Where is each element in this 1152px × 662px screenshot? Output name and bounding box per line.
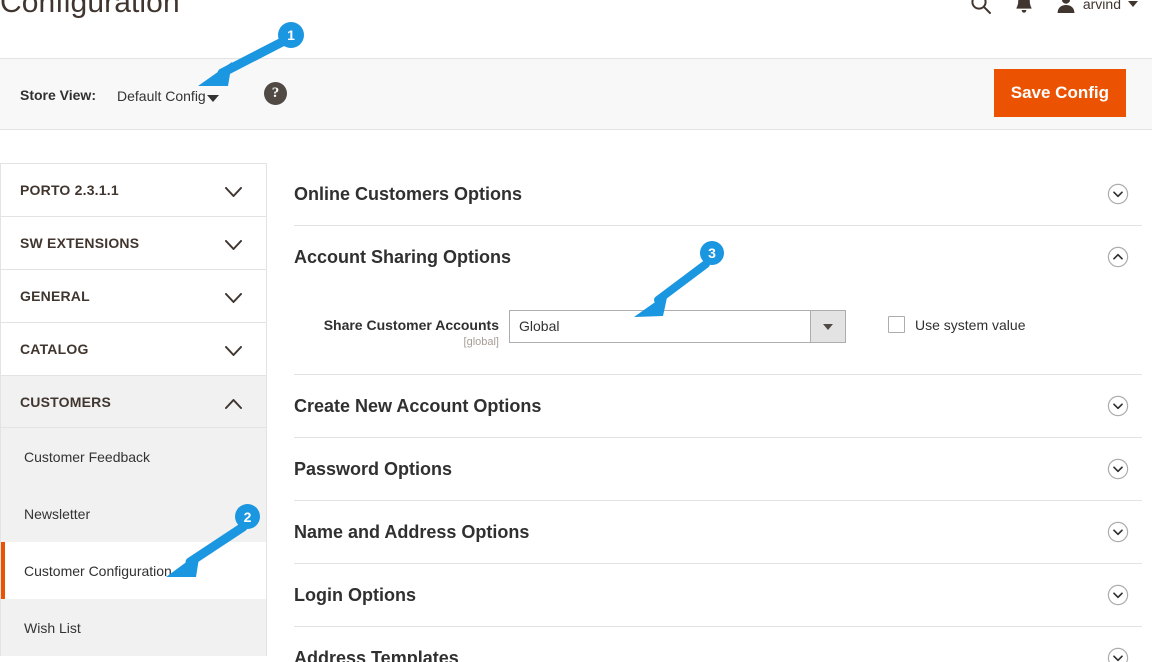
section-name-and-address-options: Name and Address Options <box>294 501 1142 564</box>
store-view-bar: Store View: Default Config <box>0 58 1152 130</box>
question-mark-icon[interactable]: ? <box>264 82 287 105</box>
config-sidebar: PORTO 2.3.1.1 SW EXTENSIONS GENERAL CATA… <box>0 163 267 662</box>
sidebar-section-label: GENERAL <box>20 288 90 304</box>
section-account-sharing-options: Account Sharing Options Share Customer A… <box>294 226 1142 375</box>
chevron-up-icon <box>225 397 242 415</box>
chevron-down-icon[interactable] <box>207 95 219 102</box>
sidebar-item-newsletter[interactable]: Newsletter <box>1 485 266 542</box>
chevron-down-icon <box>225 291 242 309</box>
sidebar-section-sw-extensions[interactable]: SW EXTENSIONS <box>0 216 267 269</box>
section-online-customers-options: Online Customers Options <box>294 163 1142 226</box>
use-system-value-checkbox[interactable]: Use system value <box>888 310 1025 333</box>
section-header[interactable]: Account Sharing Options <box>294 226 1142 288</box>
chevron-down-circle-icon <box>1107 183 1129 210</box>
section-create-new-account-options: Create New Account Options <box>294 375 1142 438</box>
chevron-down-icon[interactable] <box>810 311 845 342</box>
user-name: arvind <box>1082 0 1121 12</box>
sidebar-section-label: SW EXTENSIONS <box>20 235 140 251</box>
section-header[interactable]: Name and Address Options <box>294 501 1142 563</box>
section-address-templates: Address Templates <box>294 627 1142 662</box>
sidebar-item-customer-feedback[interactable]: Customer Feedback <box>1 428 266 485</box>
section-password-options: Password Options <box>294 438 1142 501</box>
section-header[interactable]: Create New Account Options <box>294 375 1142 437</box>
chevron-down-circle-icon <box>1107 584 1129 611</box>
sidebar-section-general[interactable]: GENERAL <box>0 269 267 322</box>
sidebar-item-label: Customer Feedback <box>24 448 151 465</box>
section-title: Name and Address Options <box>294 521 530 542</box>
page-title: Configuration <box>0 0 180 19</box>
section-title: Account Sharing Options <box>294 246 512 267</box>
chevron-down-icon <box>225 185 242 203</box>
sidebar-section-customers[interactable]: CUSTOMERS <box>0 375 267 428</box>
chevron-up-circle-icon <box>1107 246 1129 273</box>
sidebar-section-catalog[interactable]: CATALOG <box>0 322 267 375</box>
section-header[interactable]: Online Customers Options <box>294 163 1142 225</box>
chevron-down-icon <box>225 344 242 362</box>
chevron-down-icon <box>225 238 242 256</box>
section-title: Online Customers Options <box>294 183 523 204</box>
section-header[interactable]: Login Options <box>294 564 1142 626</box>
page-header: Configuration arvind <box>0 0 1152 58</box>
section-title: Login Options <box>294 584 416 605</box>
search-icon[interactable] <box>970 0 992 15</box>
field-label-wrap: Share Customer Accounts [global] <box>294 310 509 348</box>
field-scope-note: [global] <box>463 336 499 348</box>
sidebar-item-customer-configuration[interactable]: Customer Configuration <box>1 542 266 599</box>
section-title: Password Options <box>294 458 453 479</box>
section-header[interactable]: Address Templates <box>294 627 1142 662</box>
sidebar-item-wish-list[interactable]: Wish List <box>1 599 266 656</box>
use-system-value-label: Use system value <box>915 316 1026 333</box>
chevron-down-circle-icon <box>1107 458 1129 485</box>
field-label: Share Customer Accounts <box>323 317 499 333</box>
save-config-button[interactable]: Save Config <box>993 69 1126 117</box>
sidebar-section-label: CUSTOMERS <box>20 393 111 410</box>
bell-icon[interactable] <box>1014 0 1034 15</box>
section-header[interactable]: Password Options <box>294 438 1142 500</box>
sidebar-item-label: Newsletter <box>24 505 91 522</box>
section-title: Create New Account Options <box>294 395 542 416</box>
section-body: Share Customer Accounts [global] Global … <box>294 288 1142 374</box>
share-customer-accounts-select[interactable]: Global <box>509 310 846 343</box>
sidebar-item-label: Wish List <box>24 619 81 636</box>
select-value: Global <box>519 318 560 334</box>
user-menu[interactable]: arvind <box>1056 0 1138 14</box>
chevron-down-circle-icon <box>1107 647 1129 662</box>
share-customer-accounts-row: Share Customer Accounts [global] Global … <box>294 310 1142 348</box>
sidebar-section-label: CATALOG <box>20 341 89 357</box>
sidebar-section-label: PORTO 2.3.1.1 <box>20 182 119 198</box>
header-tools: arvind <box>970 0 1138 15</box>
sidebar-section-porto[interactable]: PORTO 2.3.1.1 <box>0 163 267 216</box>
checkbox-box <box>888 316 905 333</box>
chevron-down-circle-icon <box>1107 395 1129 422</box>
config-content: Online Customers Options Account Sharing… <box>294 163 1142 662</box>
store-view-switcher[interactable]: Default Config <box>117 88 206 104</box>
section-title: Address Templates <box>294 647 459 662</box>
chevron-down-circle-icon <box>1107 521 1129 548</box>
section-login-options: Login Options <box>294 564 1142 627</box>
store-view-label: Store View: <box>20 87 96 103</box>
sidebar-item-label: Customer Configuration <box>24 562 172 579</box>
chevron-down-icon <box>1128 1 1138 7</box>
user-avatar-icon <box>1056 0 1076 14</box>
sidebar-submenu-customers: Customer Feedback Newsletter Customer Co… <box>0 428 267 656</box>
